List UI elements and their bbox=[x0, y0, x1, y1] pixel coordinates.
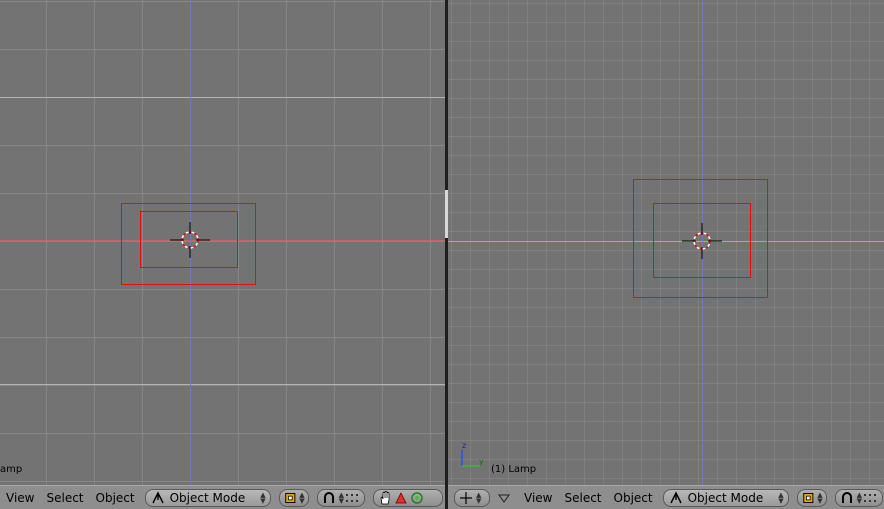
object-menu[interactable]: Object bbox=[608, 491, 659, 505]
viewport-right[interactable]: z y (1) Lamp bbox=[448, 0, 884, 485]
spinner-arrows-icon: ▲ ▼ bbox=[476, 490, 482, 505]
snap-icon bbox=[323, 491, 334, 503]
pivot-icon bbox=[284, 492, 295, 503]
mode-select[interactable]: Object Mode ▲ ▼ bbox=[662, 488, 789, 507]
snap-group[interactable]: ▲ ▼ bbox=[834, 488, 883, 507]
mode-select-value: Object Mode bbox=[169, 490, 246, 505]
area-splitter[interactable] bbox=[445, 0, 448, 509]
spinner-arrows-icon: ▲ ▼ bbox=[299, 490, 305, 505]
grid-major-line bbox=[0, 384, 445, 385]
select-menu[interactable]: Select bbox=[40, 491, 89, 505]
view-menu[interactable]: View bbox=[518, 491, 558, 505]
object-menu[interactable]: Object bbox=[90, 491, 141, 505]
3d-cursor-icon bbox=[170, 222, 210, 258]
object-mode-icon bbox=[669, 490, 682, 503]
view-cross-select[interactable]: ▲ ▼ bbox=[454, 488, 490, 507]
snap-group[interactable]: ▲ ▼ bbox=[316, 488, 365, 507]
pivot-icon bbox=[802, 492, 813, 503]
spinner-arrows-icon: ▲ ▼ bbox=[260, 490, 266, 505]
circle-icon[interactable] bbox=[409, 490, 425, 506]
triangle-icon[interactable] bbox=[393, 490, 409, 506]
mode-select-value: Object Mode bbox=[687, 490, 764, 505]
viewport-left[interactable]: amp bbox=[0, 0, 445, 485]
hand-icon[interactable] bbox=[377, 490, 393, 506]
mode-select[interactable]: Object Mode ▲ ▼ bbox=[144, 488, 271, 507]
manipulator-group[interactable] bbox=[372, 488, 443, 507]
grid-icon bbox=[864, 493, 876, 502]
header-right: ▲ ▼ View Select Object Object Mode ▲ ▼ ▲ ▼ … bbox=[448, 485, 884, 509]
active-object-label: (1) Lamp bbox=[491, 464, 537, 475]
spinner-arrows-icon: ▲ ▼ bbox=[778, 490, 784, 505]
select-menu[interactable]: Select bbox=[558, 491, 607, 505]
object-mode-icon bbox=[151, 490, 164, 503]
3d-cursor-icon bbox=[682, 223, 722, 259]
gizmo-z-label: z bbox=[462, 441, 467, 450]
view-cross-icon bbox=[460, 491, 472, 504]
gizmo-y-label: y bbox=[479, 457, 484, 466]
spinner-arrows-icon: ▲ ▼ bbox=[817, 490, 823, 505]
grid-major-line bbox=[0, 97, 445, 98]
splitter-handle[interactable] bbox=[445, 190, 448, 238]
pivot-select[interactable]: ▲ ▼ bbox=[796, 488, 827, 507]
pivot-select[interactable]: ▲ ▼ bbox=[278, 488, 309, 507]
view-menu[interactable]: View bbox=[0, 491, 40, 505]
dropdown-triangle-icon[interactable] bbox=[496, 490, 512, 506]
snap-icon bbox=[841, 491, 852, 503]
header-left: View Select Object Object Mode ▲ ▼ ▲ ▼ ▲ ▼ bbox=[0, 485, 445, 509]
grid-icon bbox=[346, 493, 358, 502]
active-object-label: amp bbox=[0, 464, 23, 475]
